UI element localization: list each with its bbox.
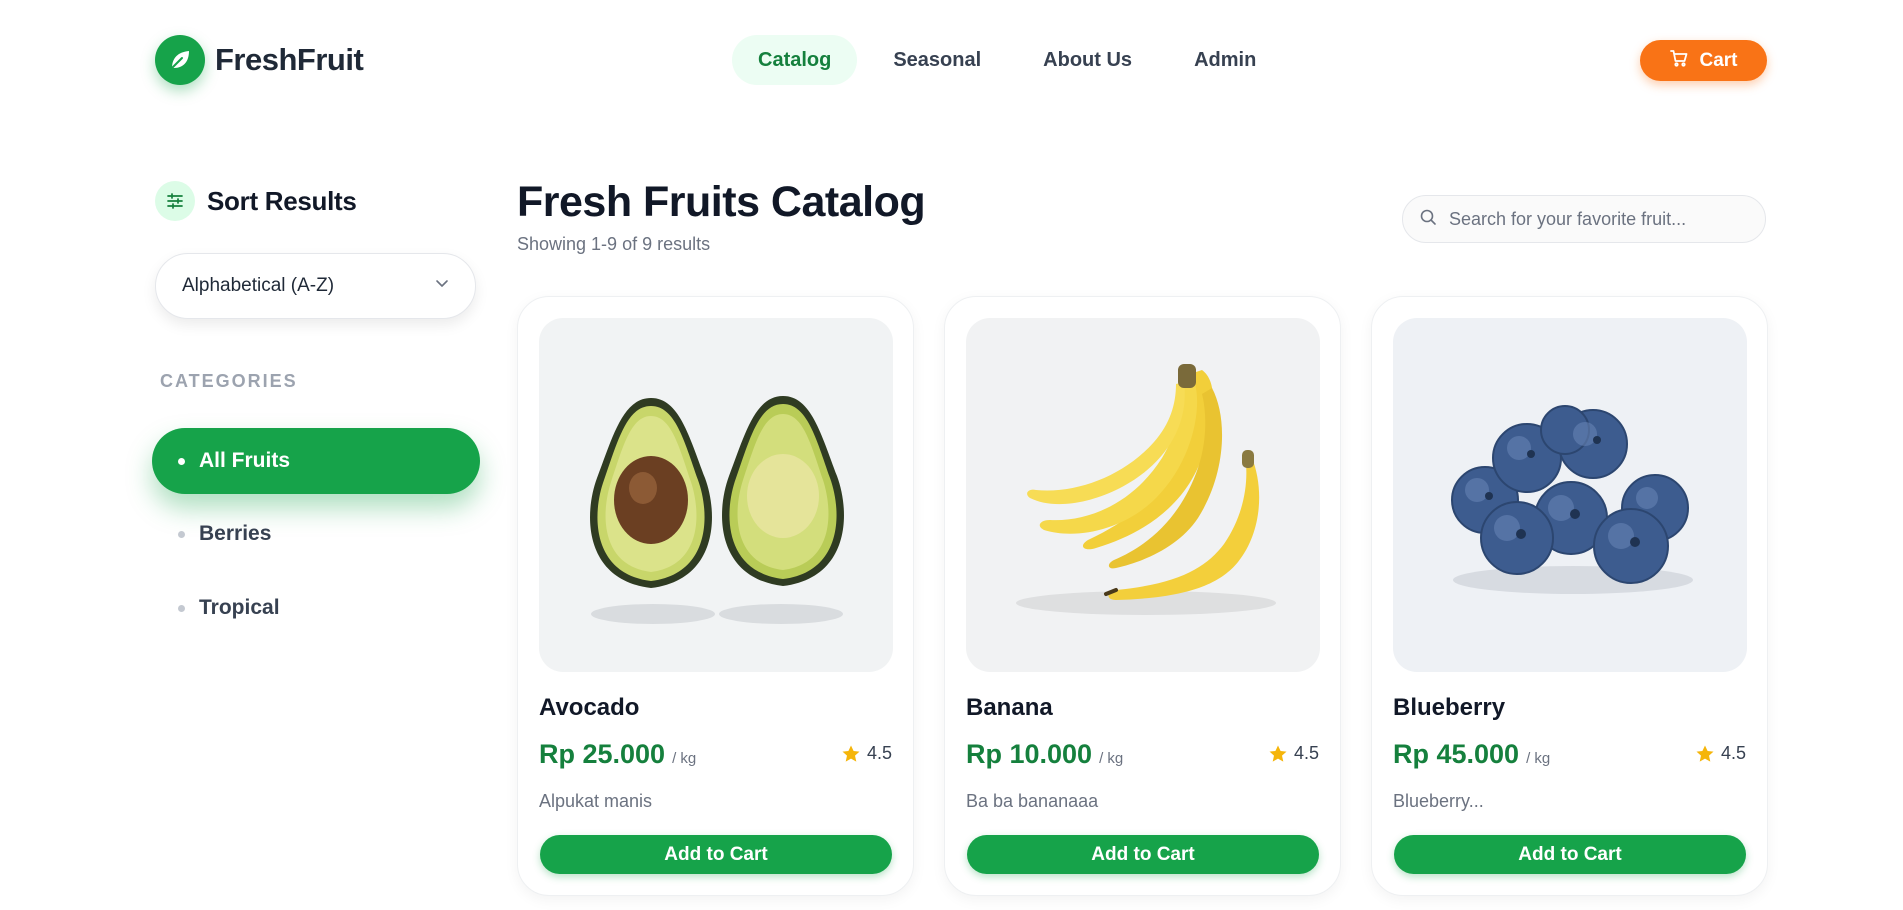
brand-logo[interactable]: FreshFruit: [155, 35, 364, 85]
rating-value: 4.5: [1720, 743, 1746, 763]
cart-button[interactable]: Cart: [1640, 40, 1767, 81]
category-tropical[interactable]: Tropical: [152, 575, 480, 641]
page-title: Fresh Fruits Catalog: [517, 178, 926, 226]
star-icon: [1696, 745, 1714, 762]
product-name[interactable]: Blueberry: [1393, 694, 1505, 722]
product-rating: 4.5: [1695, 743, 1746, 764]
categories-label: CATEGORIES: [160, 371, 298, 391]
product-card-avocado[interactable]: Avocado Rp 25.000 / kg 4.5 Alpukat manis…: [517, 296, 914, 896]
banana-image[interactable]: [966, 318, 1320, 672]
price-row: Rp 25.000 / kg: [539, 739, 696, 770]
bullet-icon: [178, 530, 185, 538]
product-price: Rp 45.000: [1393, 739, 1520, 769]
product-description: Alpukat manis: [539, 791, 653, 811]
add-to-cart-button[interactable]: Add to Cart: [967, 835, 1319, 874]
product-rating: 4.5: [1268, 743, 1319, 764]
add-to-cart-button[interactable]: Add to Cart: [540, 835, 892, 874]
price-unit: / kg: [1099, 750, 1124, 767]
avocado-image[interactable]: [539, 318, 893, 672]
star-icon: [842, 745, 860, 762]
search-box[interactable]: [1402, 195, 1766, 243]
main-nav: Catalog Seasonal About Us Admin: [732, 35, 1282, 85]
sliders-icon: [155, 181, 195, 221]
blueberry-image[interactable]: [1393, 318, 1747, 672]
product-name[interactable]: Banana: [966, 694, 1053, 722]
bullet-icon: [178, 604, 185, 612]
star-icon: [1269, 745, 1287, 762]
nav-about-us[interactable]: About Us: [1017, 35, 1158, 85]
nav-catalog[interactable]: Catalog: [732, 35, 858, 85]
sort-header: Sort Results: [155, 181, 357, 221]
nav-admin[interactable]: Admin: [1168, 35, 1282, 85]
site-header: FreshFruit Catalog Seasonal About Us Adm…: [0, 0, 1903, 120]
product-description: Ba ba bananaaa: [966, 791, 1099, 811]
search-input[interactable]: [1449, 208, 1749, 230]
brand-name: FreshFruit: [215, 42, 364, 77]
price-row: Rp 45.000 / kg: [1393, 739, 1550, 770]
cart-label: Cart: [1699, 49, 1738, 71]
price-unit: / kg: [1526, 750, 1551, 767]
sort-select-value: Alphabetical (A-Z): [182, 275, 335, 296]
cart-icon: [1669, 48, 1689, 74]
product-card-banana[interactable]: Banana Rp 10.000 / kg 4.5 Ba ba bananaaa…: [944, 296, 1341, 896]
product-card-blueberry[interactable]: Blueberry Rp 45.000 / kg 4.5 Blueberry..…: [1371, 296, 1768, 896]
category-label: Tropical: [199, 596, 280, 619]
sort-select[interactable]: Alphabetical (A-Z): [155, 253, 476, 319]
nav-seasonal[interactable]: Seasonal: [867, 35, 1007, 85]
leaf-icon: [155, 35, 205, 85]
bullet-icon: [178, 457, 185, 465]
rating-value: 4.5: [1293, 743, 1319, 763]
product-price: Rp 10.000: [966, 739, 1093, 769]
chevron-down-icon: [433, 274, 451, 298]
category-all-fruits[interactable]: All Fruits: [152, 428, 480, 494]
category-berries[interactable]: Berries: [152, 501, 480, 567]
rating-value: 4.5: [866, 743, 892, 763]
result-count: Showing 1-9 of 9 results: [517, 234, 711, 254]
price-unit: / kg: [672, 750, 697, 767]
search-icon: [1419, 208, 1437, 231]
product-rating: 4.5: [841, 743, 892, 764]
product-description: Blueberry...: [1393, 791, 1484, 811]
category-label: Berries: [199, 522, 272, 545]
price-row: Rp 10.000 / kg: [966, 739, 1123, 770]
product-price: Rp 25.000: [539, 739, 666, 769]
add-to-cart-button[interactable]: Add to Cart: [1394, 835, 1746, 874]
product-name[interactable]: Avocado: [539, 694, 639, 722]
sort-title: Sort Results: [207, 185, 357, 216]
category-label: All Fruits: [199, 449, 291, 472]
